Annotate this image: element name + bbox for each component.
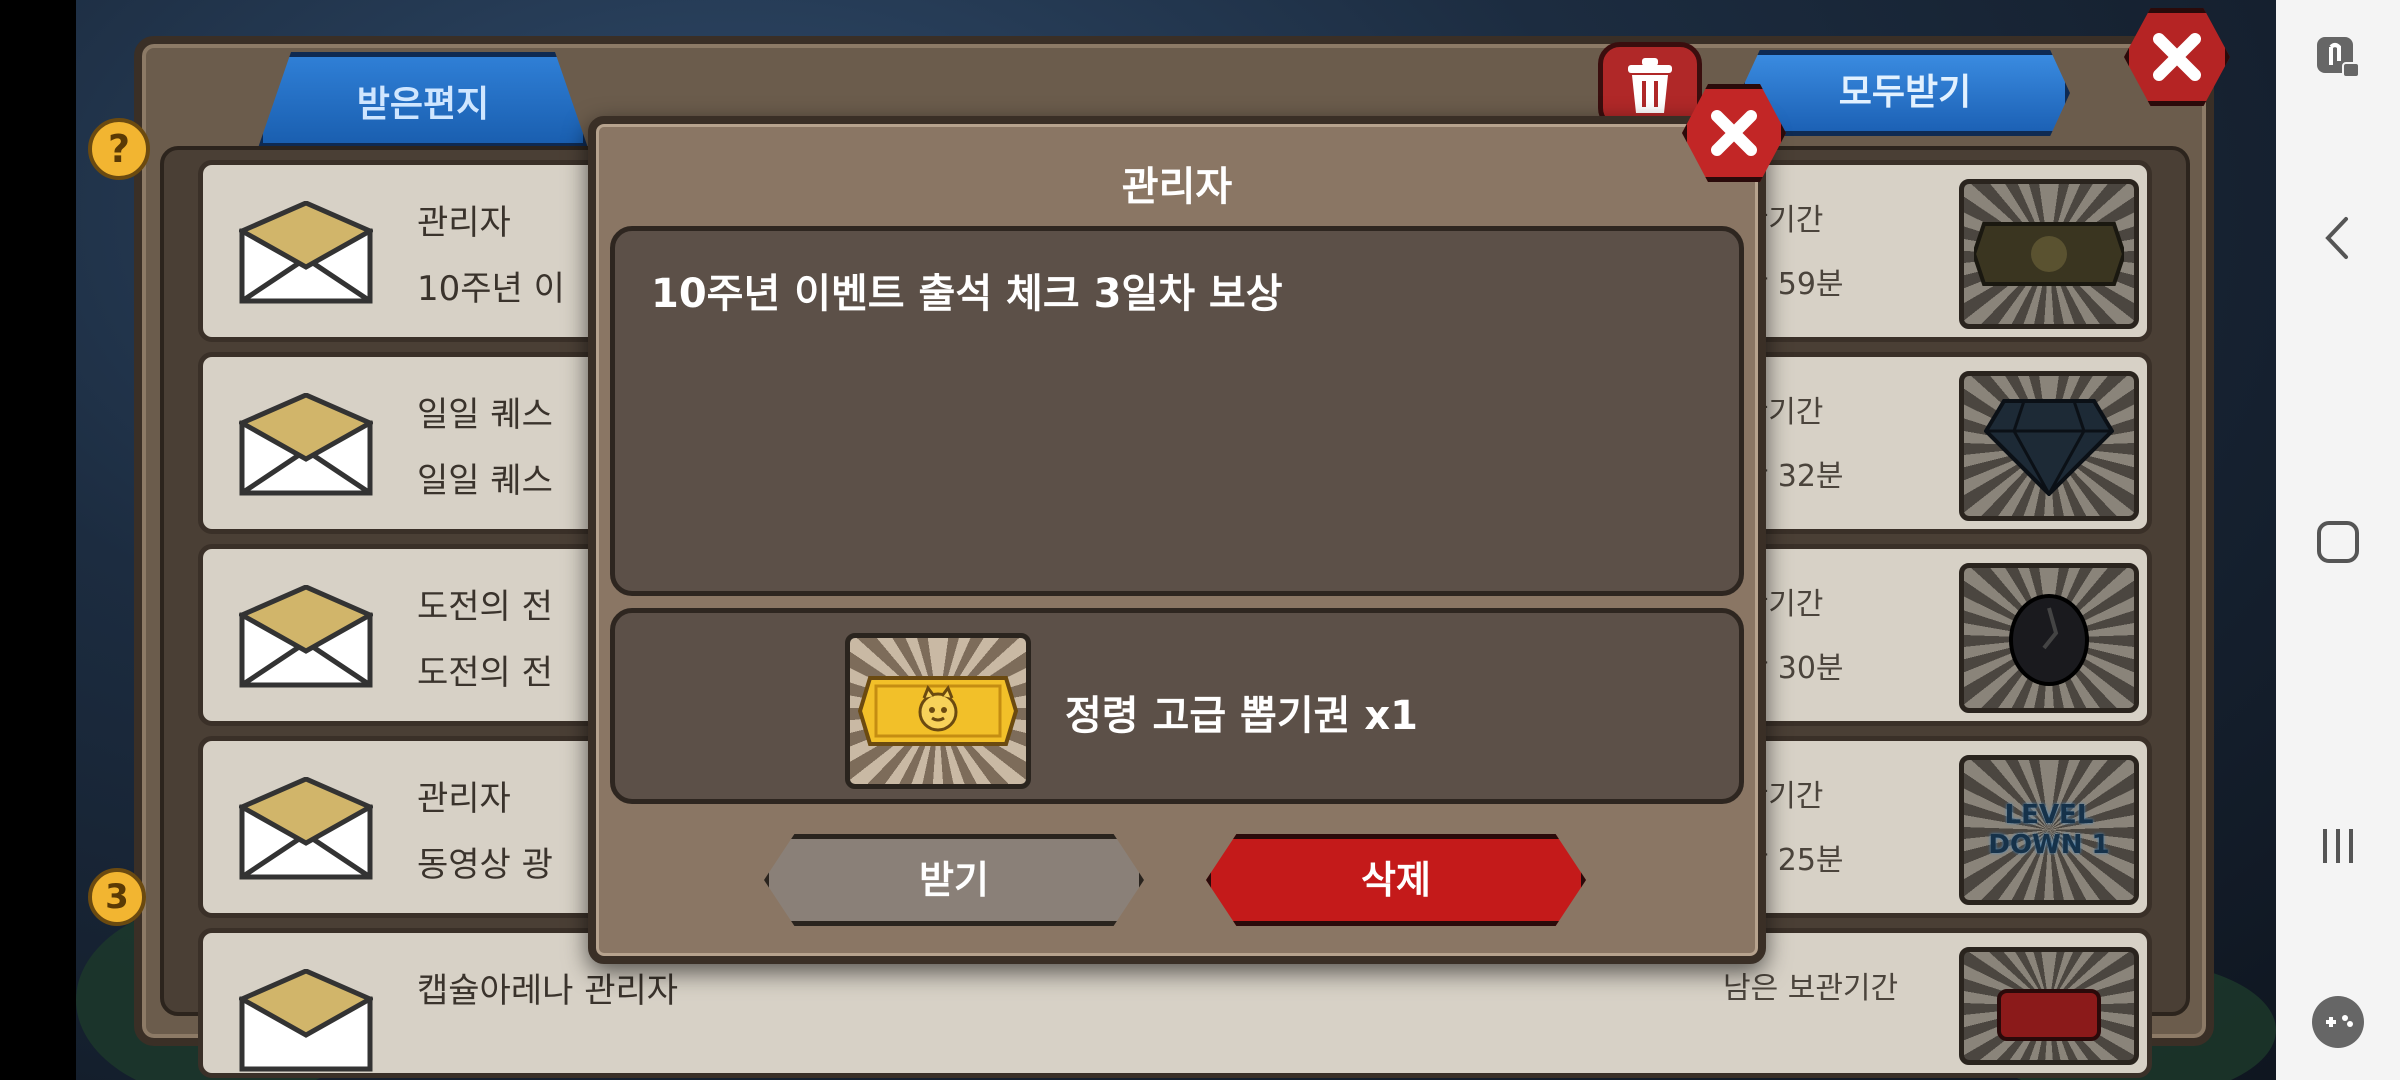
delete-button[interactable]: 삭제 bbox=[1206, 834, 1586, 926]
gold-ticket-icon bbox=[858, 676, 1018, 746]
close-icon bbox=[1711, 110, 1757, 156]
mail-subject: 10주년 이 bbox=[417, 269, 565, 309]
dialog-title: 관리자 bbox=[1121, 164, 1233, 210]
diamond-icon bbox=[1984, 399, 2114, 496]
mail-item-slot bbox=[1959, 371, 2139, 521]
chest-icon bbox=[1997, 989, 2101, 1041]
close-icon bbox=[2153, 33, 2201, 81]
home-button[interactable] bbox=[2298, 502, 2378, 582]
gamepad-icon bbox=[2312, 996, 2364, 1048]
mail-sender: 관리자 bbox=[417, 779, 511, 819]
reward-box: 정령 고급 뽑기권 x1 bbox=[610, 608, 1744, 804]
mail-item-slot bbox=[1959, 947, 2139, 1065]
count-badge: 3 bbox=[88, 868, 146, 926]
mail-subject: 동영상 광 bbox=[417, 845, 553, 885]
envelope-icon bbox=[239, 393, 373, 496]
mail-expire-label: 남은 보관기간 bbox=[1723, 971, 1899, 1006]
envelope-icon bbox=[239, 969, 373, 1072]
reward-text: 정령 고급 뽑기권 x1 bbox=[1065, 693, 1419, 739]
envelope-icon bbox=[239, 201, 373, 304]
mail-sender: 도전의 전 bbox=[417, 587, 553, 627]
help-badge[interactable]: ? bbox=[88, 118, 150, 180]
message-text: 10주년 이벤트 출석 체크 3일차 보상 bbox=[651, 271, 1283, 317]
mail-item-slot: LEVEL DOWN 1 bbox=[1959, 755, 2139, 905]
mail-sender: 일일 퀘스 bbox=[417, 395, 553, 435]
collect-all-button[interactable]: 모두받기 bbox=[1740, 50, 2070, 136]
mail-sender: 관리자 bbox=[417, 203, 511, 243]
envelope-icon bbox=[239, 777, 373, 880]
touch-lock-icon bbox=[2317, 37, 2360, 78]
envelope-icon bbox=[239, 585, 373, 688]
reward-item-slot bbox=[845, 633, 1031, 789]
tab-received-mail[interactable]: 받은편지 bbox=[258, 52, 588, 148]
mail-subject: 일일 퀘스 bbox=[417, 461, 553, 501]
trash-icon bbox=[1628, 58, 1672, 113]
level-down-icon: LEVEL DOWN 1 bbox=[1988, 800, 2110, 860]
touch-protection-button[interactable] bbox=[2298, 18, 2378, 98]
egg-icon bbox=[2009, 594, 2089, 686]
receive-button[interactable]: 받기 bbox=[764, 834, 1144, 926]
ticket-icon bbox=[1974, 222, 2124, 286]
mail-sender: 캡슐아레나 관리자 bbox=[417, 971, 679, 1011]
mail-item-slot bbox=[1959, 563, 2139, 713]
recent-apps-icon bbox=[2323, 829, 2353, 863]
system-nav-bar bbox=[2276, 0, 2400, 1080]
game-tools-button[interactable] bbox=[2298, 982, 2378, 1062]
back-button[interactable] bbox=[2298, 198, 2378, 278]
home-icon bbox=[2317, 521, 2359, 563]
recent-apps-button[interactable] bbox=[2298, 806, 2378, 886]
mail-item-slot bbox=[1959, 179, 2139, 329]
message-box: 10주년 이벤트 출석 체크 3일차 보상 bbox=[610, 226, 1744, 596]
chevron-left-icon bbox=[2325, 217, 2348, 259]
mail-subject: 도전의 전 bbox=[417, 653, 553, 693]
